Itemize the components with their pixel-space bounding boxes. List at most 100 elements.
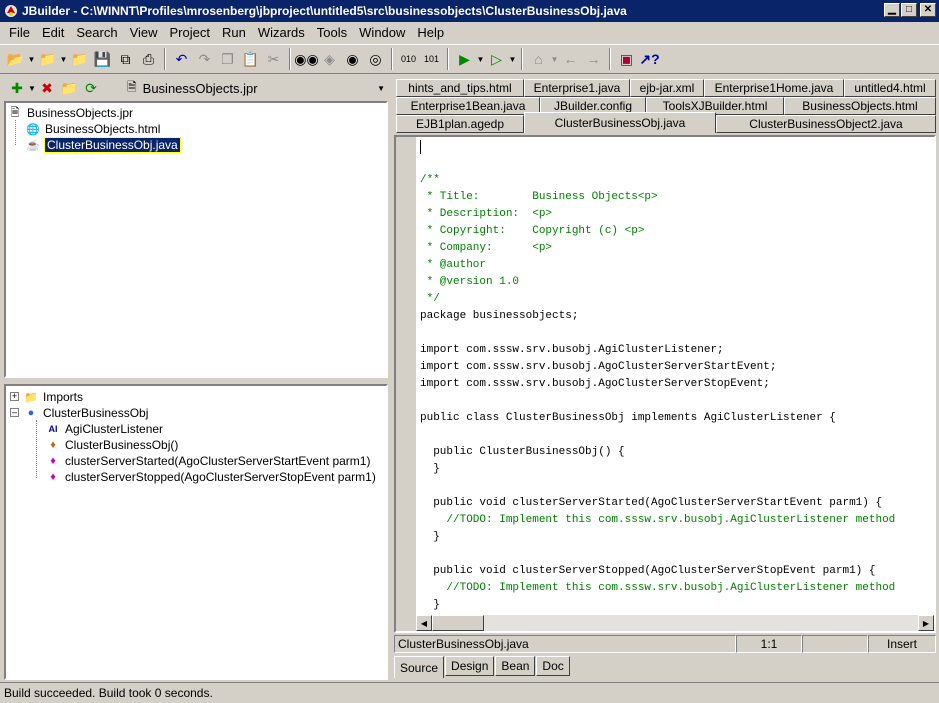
refresh-button[interactable]: ⟳ — [80, 77, 102, 99]
menu-project[interactable]: Project — [164, 22, 216, 44]
add-dropdown[interactable]: ▼ — [28, 77, 36, 99]
tab-hints-and-tips[interactable]: hints_and_tips.html — [396, 79, 524, 97]
close-file-button[interactable]: 📁 — [68, 48, 91, 70]
code-line[interactable]: * Title: Business Objects<p> — [420, 189, 895, 206]
code-line[interactable]: //TODO: Implement this com.sssw.srv.buso… — [420, 512, 895, 529]
code-line[interactable]: */ — [420, 291, 895, 308]
open-button[interactable]: 📂 — [4, 48, 27, 70]
tree-item-interface[interactable]: AI AgiClusterListener — [46, 421, 164, 437]
tree-item-method-started[interactable]: ♦ clusterServerStarted(AgoClusterServerS… — [46, 453, 370, 469]
tree-item-java-file[interactable]: ☕ ClusterBusinessObj.java — [26, 137, 181, 153]
print-button[interactable]: ⎙ — [137, 48, 160, 70]
menu-search[interactable]: Search — [70, 22, 123, 44]
code-line[interactable] — [420, 478, 895, 495]
code-line[interactable]: package businessobjects; — [420, 308, 895, 325]
find-button[interactable]: ◉◉ — [294, 48, 318, 70]
code-line[interactable]: /** — [420, 172, 895, 189]
code-line[interactable]: import com.sssw.srv.busobj.AgoClusterSer… — [420, 359, 895, 376]
collapse-class-toggle[interactable]: – — [10, 408, 19, 417]
code-line[interactable]: import com.sssw.srv.busobj.AgoClusterSer… — [420, 376, 895, 393]
new-dropdown[interactable]: ▼ — [59, 48, 68, 70]
code-line[interactable]: } — [420, 529, 895, 546]
code-line[interactable] — [420, 155, 895, 172]
tab-enterprise1bean-java[interactable]: Enterprise1Bean.java — [396, 97, 540, 115]
tab-untitled4-html[interactable]: untitled4.html — [844, 79, 936, 97]
code-line[interactable] — [420, 427, 895, 444]
code-line[interactable] — [420, 546, 895, 563]
close-project-button[interactable]: 📁 — [58, 77, 80, 99]
debug-dropdown[interactable]: ▼ — [508, 48, 517, 70]
paste-button[interactable]: 📋 — [239, 48, 262, 70]
minimize-button[interactable]: ▁ — [884, 3, 900, 17]
tree-item-html-file[interactable]: 🌐 BusinessObjects.html — [26, 121, 160, 137]
tab-enterprise1-java[interactable]: Enterprise1.java — [524, 79, 630, 97]
code-line[interactable]: import com.sssw.srv.busobj.AgiClusterLis… — [420, 342, 895, 359]
code-line[interactable]: * Company: <p> — [420, 240, 895, 257]
menu-tools[interactable]: Tools — [311, 22, 353, 44]
menu-help[interactable]: Help — [411, 22, 450, 44]
menu-edit[interactable]: Edit — [36, 22, 70, 44]
new-button[interactable]: 📁 — [36, 48, 59, 70]
tab-doc[interactable]: Doc — [536, 656, 570, 676]
menu-view[interactable]: View — [124, 22, 164, 44]
code-line[interactable]: * @version 1.0 — [420, 274, 895, 291]
tab-ejb1plan-agedp[interactable]: EJB1plan.agedp — [396, 115, 524, 133]
undo-button[interactable]: ↶ — [170, 48, 193, 70]
search-again-button[interactable]: ◉ — [341, 48, 364, 70]
code-line[interactable]: * @author — [420, 257, 895, 274]
tab-enterprise1home-java[interactable]: Enterprise1Home.java — [704, 79, 844, 97]
home-button[interactable]: ⌂ — [527, 48, 550, 70]
tab-ejb-jar-xml[interactable]: ejb-jar.xml — [630, 79, 704, 97]
jbuilder-app-icon[interactable] — [3, 3, 19, 19]
tab-clusterbusinessobj-java[interactable]: ClusterBusinessObj.java — [524, 112, 716, 133]
code-line[interactable]: public ClusterBusinessObj() { — [420, 444, 895, 461]
home-dropdown[interactable]: ▼ — [550, 48, 559, 70]
forward-button[interactable]: → — [582, 48, 605, 70]
copy-button[interactable]: ❐ — [216, 48, 239, 70]
expand-imports-toggle[interactable]: + — [10, 392, 19, 401]
tab-businessobjects-html[interactable]: BusinessObjects.html — [784, 97, 936, 115]
debug-button[interactable]: ▷ — [485, 48, 508, 70]
redo-button[interactable]: ↷ — [193, 48, 216, 70]
close-button[interactable]: ✕ — [920, 3, 936, 17]
code-line[interactable]: } — [420, 597, 895, 614]
menu-file[interactable]: File — [3, 22, 36, 44]
horizontal-scrollbar[interactable]: ◀ ▶ — [416, 615, 934, 631]
scroll-thumb[interactable] — [432, 615, 484, 631]
tree-item-constructor[interactable]: ♦ ClusterBusinessObj() — [46, 437, 178, 453]
code-line[interactable]: * Copyright: Copyright (c) <p> — [420, 223, 895, 240]
editor-gutter[interactable] — [396, 137, 416, 631]
run-dropdown[interactable]: ▼ — [476, 48, 485, 70]
tab-bean[interactable]: Bean — [495, 656, 536, 676]
save-button[interactable]: 💾 — [91, 48, 114, 70]
tab-clusterbusinessobject2-java[interactable]: ClusterBusinessObject2.java — [716, 115, 936, 133]
tab-design[interactable]: Design — [445, 656, 495, 676]
scroll-right-button[interactable]: ▶ — [918, 615, 934, 631]
rebuild-button[interactable]: 101 — [420, 48, 443, 70]
tree-item-project-root[interactable]: 🗎 BusinessObjects.jpr — [8, 105, 133, 121]
remove-from-project-button[interactable]: ✖ — [36, 77, 58, 99]
open-dropdown[interactable]: ▼ — [27, 48, 36, 70]
back-button[interactable]: ← — [559, 48, 582, 70]
tab-source[interactable]: Source — [394, 656, 445, 678]
tree-item-class[interactable]: ● ClusterBusinessObj — [24, 405, 149, 421]
code-line[interactable]: public void clusterServerStopped(AgoClus… — [420, 563, 895, 580]
save-all-button[interactable]: ⧉ — [114, 48, 137, 70]
run-button[interactable]: ▶ — [453, 48, 476, 70]
maximize-button[interactable]: □ — [901, 3, 917, 17]
source-code[interactable]: /** * Title: Business Objects<p> * Descr… — [420, 155, 895, 631]
menu-wizards[interactable]: Wizards — [252, 22, 311, 44]
menu-run[interactable]: Run — [216, 22, 252, 44]
code-line[interactable]: * Description: <p> — [420, 206, 895, 223]
code-line[interactable] — [420, 393, 895, 410]
code-line[interactable]: //TODO: Implement this com.sssw.srv.buso… — [420, 580, 895, 597]
code-editor[interactable]: /** * Title: Business Objects<p> * Descr… — [394, 135, 936, 633]
context-help-button[interactable]: ↗? — [638, 48, 661, 70]
add-to-project-button[interactable]: ✚ — [6, 77, 28, 99]
code-line[interactable] — [420, 325, 895, 342]
project-selector[interactable]: 🗎 BusinessObjects.jpr ▼ — [127, 78, 387, 98]
tree-item-method-stopped[interactable]: ♦ clusterServerStopped(AgoClusterServerS… — [46, 469, 376, 485]
code-line[interactable]: } — [420, 461, 895, 478]
code-line[interactable]: public void clusterServerStarted(AgoClus… — [420, 495, 895, 512]
cut-button[interactable]: ✂ — [262, 48, 285, 70]
